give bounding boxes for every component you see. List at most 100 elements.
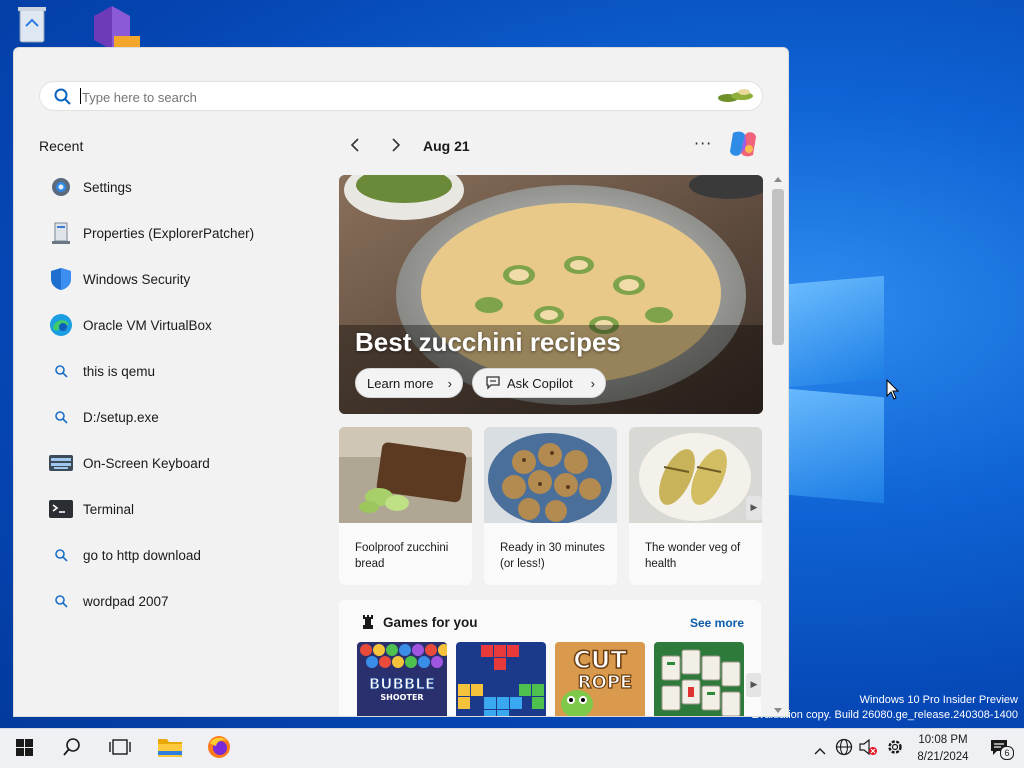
- search-icon: [47, 357, 75, 385]
- caret-right-icon: ▶: [750, 503, 758, 513]
- recent-item-label: this is qemu: [83, 363, 156, 379]
- recent-item-label: Settings: [83, 179, 132, 195]
- chess-rook-icon: [361, 614, 375, 634]
- chevron-right-icon: [391, 137, 401, 156]
- games-section: Games for you See more BUBBLE SHOOTER CU…: [339, 600, 761, 716]
- terminal-icon: [47, 495, 75, 523]
- hero-title: Best zucchini recipes: [355, 327, 621, 357]
- recent-item-label: Windows Security: [83, 271, 191, 287]
- recent-heading: Recent: [39, 138, 84, 154]
- hero-card[interactable]: Best zucchini recipes Learn more › Ask C…: [339, 175, 763, 414]
- cookies-image: [484, 427, 617, 523]
- article-title: Foolproof zucchini bread: [355, 542, 449, 570]
- see-more-link[interactable]: See more: [690, 616, 744, 630]
- clock-date: 8/21/2024: [917, 751, 969, 763]
- game-tile-blocks[interactable]: [456, 642, 546, 716]
- folder-icon: [157, 736, 183, 762]
- windows-logo-pane: [788, 388, 884, 504]
- copilot-icon[interactable]: [727, 129, 759, 163]
- recent-item-label: D:/setup.exe: [83, 409, 159, 425]
- recent-item-settings[interactable]: Settings: [47, 167, 307, 207]
- games-scroll-right-button[interactable]: ▶: [746, 673, 761, 697]
- article-card[interactable]: Foolproof zucchini bread: [339, 427, 472, 585]
- games-heading: Games for you: [383, 615, 478, 630]
- feed-scrollbar[interactable]: [770, 175, 786, 715]
- volume-button[interactable]: [857, 729, 879, 768]
- start-button[interactable]: [2, 729, 46, 768]
- clock[interactable]: 10:08 PM 8/21/2024: [905, 732, 981, 766]
- recent-item-search-setup[interactable]: D:/setup.exe: [47, 397, 307, 437]
- article-card[interactable]: The wonder veg of health: [629, 427, 762, 585]
- recent-item-terminal[interactable]: Terminal: [47, 489, 307, 529]
- search-box[interactable]: [39, 81, 763, 111]
- search-icon: [47, 403, 75, 431]
- mahjong-art: [654, 642, 744, 716]
- search-button[interactable]: [50, 729, 94, 768]
- recent-item-properties[interactable]: Properties (ExplorerPatcher): [47, 213, 307, 253]
- bubble-shooter-logo: BUBBLE: [369, 675, 435, 693]
- show-hidden-icons-button[interactable]: [810, 729, 830, 768]
- article-card[interactable]: Ready in 30 minutes (or less!): [484, 427, 617, 585]
- game-tile-bubble-shooter[interactable]: BUBBLE SHOOTER: [357, 642, 447, 716]
- recent-item-label: go to http download: [83, 547, 201, 563]
- recent-item-label: Terminal: [83, 501, 135, 517]
- windows-logo-icon: [15, 738, 33, 760]
- bubble-shooter-logo-sub: SHOOTER: [380, 693, 423, 702]
- recent-item-virtualbox[interactable]: Oracle VM VirtualBox: [47, 305, 307, 345]
- article-title: Ready in 30 minutes (or less!): [500, 542, 605, 570]
- article-title: The wonder veg of health: [645, 542, 741, 570]
- taskbar: 10:08 PM 8/21/2024 6: [0, 728, 1024, 768]
- task-view-icon: [109, 739, 131, 759]
- speaker-muted-icon: [858, 738, 878, 760]
- search-input[interactable]: [80, 86, 684, 108]
- chevron-right-icon: ›: [447, 375, 452, 391]
- zucchini-bread-image: [339, 427, 472, 523]
- learn-more-button[interactable]: Learn more ›: [355, 368, 463, 398]
- file-explorer-button[interactable]: [148, 729, 192, 768]
- block-puzzle-art: [456, 642, 546, 716]
- recent-item-search-wordpad[interactable]: wordpad 2007: [47, 581, 307, 621]
- scroll-right-button[interactable]: ▶: [746, 496, 762, 520]
- task-view-button[interactable]: [98, 729, 142, 768]
- notification-icon: 6: [989, 737, 1014, 761]
- text-caret: [80, 88, 81, 104]
- chat-bubble-icon: [485, 374, 501, 393]
- next-button[interactable]: [385, 135, 407, 157]
- keyboard-icon: [47, 449, 75, 477]
- notifications-button[interactable]: 6: [984, 729, 1014, 768]
- settings-tray-button[interactable]: [884, 729, 906, 768]
- clock-time: 10:08 PM: [918, 734, 968, 746]
- search-icon: [63, 738, 81, 760]
- game-tile-cut-the-rope[interactable]: CUT ROPE: [555, 642, 645, 716]
- edge-icon: [47, 311, 75, 339]
- network-button[interactable]: [833, 729, 855, 768]
- recent-item-windows-security[interactable]: Windows Security: [47, 259, 307, 299]
- gear-icon: [886, 738, 904, 760]
- more-options-button[interactable]: ···: [694, 134, 712, 153]
- learn-more-label: Learn more: [367, 375, 434, 391]
- feed-date: Aug 21: [423, 138, 470, 154]
- game-tile-mahjong[interactable]: [654, 642, 744, 716]
- chevron-left-icon: [350, 137, 360, 156]
- bubble-shooter-art: BUBBLE SHOOTER: [357, 642, 447, 716]
- shield-icon: [47, 265, 75, 293]
- cut-the-rope-logo-sub: ROPE: [578, 672, 633, 693]
- windows-logo-pane: [788, 275, 884, 388]
- ask-copilot-button[interactable]: Ask Copilot ›: [472, 368, 606, 398]
- grilled-zucchini-image: [629, 427, 762, 523]
- start-panel: Recent Settings Properties (ExplorerPatc…: [13, 47, 789, 717]
- gear-icon: [47, 173, 75, 201]
- firefox-button[interactable]: [197, 729, 241, 768]
- notification-count-badge: 6: [1000, 746, 1014, 760]
- recent-item-on-screen-keyboard[interactable]: On-Screen Keyboard: [47, 443, 307, 483]
- search-icon: [54, 88, 71, 109]
- properties-icon: [47, 219, 75, 247]
- previous-button[interactable]: [344, 135, 366, 157]
- watermark-line-1: Windows 10 Pro Insider Preview: [859, 694, 1018, 706]
- recent-item-search-http[interactable]: go to http download: [47, 535, 307, 575]
- search-highlight-icon[interactable]: [716, 87, 756, 109]
- recent-item-search-qemu[interactable]: this is qemu: [47, 351, 307, 391]
- ask-copilot-label: Ask Copilot: [507, 375, 573, 391]
- search-icon: [47, 587, 75, 615]
- caret-right-icon: ▶: [750, 680, 758, 690]
